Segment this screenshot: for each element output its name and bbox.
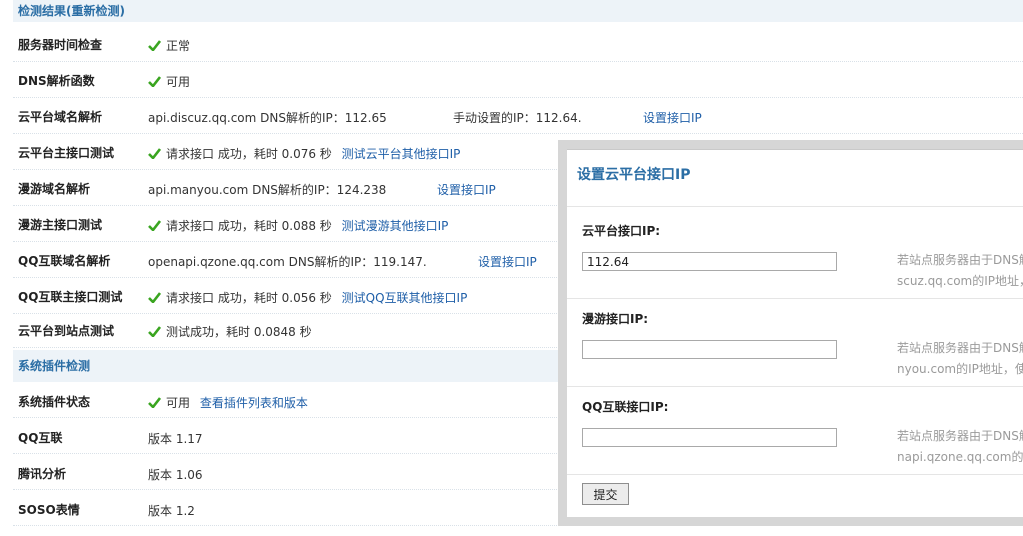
set-interface-ip-link[interactable]: 设置接口IP: [437, 181, 496, 198]
cloud-ip-label: 云平台接口IP:: [582, 224, 661, 238]
row-label: QQ互联: [18, 431, 63, 445]
divider: [567, 386, 1023, 387]
qqconnect-ip-input[interactable]: [582, 428, 837, 447]
dns-result-text: openapi.qzone.qq.com DNS解析的IP：119.147.: [148, 255, 427, 269]
row-label: 云平台域名解析: [18, 110, 103, 124]
view-plugin-list-link[interactable]: 查看插件列表和版本: [200, 396, 308, 410]
test-other-ip-link[interactable]: 测试云平台其他接口IP: [342, 147, 461, 161]
manyou-ip-label: 漫游接口IP:: [582, 312, 649, 326]
row-label: 腾讯分析: [18, 467, 67, 481]
status-text: 正常: [166, 39, 191, 53]
version-text: 版本 1.17: [148, 432, 203, 446]
cloud-ip-input[interactable]: [582, 252, 837, 271]
manyou-ip-input[interactable]: [582, 340, 837, 359]
section-header-results: 检测结果(重新检测): [13, 0, 1023, 22]
dns-result-text: api.discuz.qq.com DNS解析的IP：112.65: [148, 111, 387, 125]
check-icon: [148, 326, 161, 337]
row-label: 系统插件状态: [18, 395, 91, 409]
row-label: 云平台主接口测试: [18, 146, 115, 160]
check-icon: [148, 220, 161, 231]
version-text: 版本 1.06: [148, 468, 203, 482]
manual-ip-text: 手动设置的IP：112.64.: [453, 111, 582, 125]
divider: [567, 206, 1023, 207]
check-icon: [148, 397, 161, 408]
status-text: 可用: [166, 396, 191, 410]
divider: [567, 474, 1023, 475]
test-result-text: 测试成功，耗时 0.0848 秒: [166, 325, 312, 339]
set-ip-dialog: 设置云平台接口IP 云平台接口IP: 若站点服务器由于DNS解 scuz.qq.…: [558, 140, 1023, 526]
table-row: DNS解析函数 可用: [13, 62, 1023, 98]
section-title: 检测结果(重新检测): [18, 4, 125, 18]
row-label: 云平台到站点测试: [18, 324, 115, 338]
row-label: QQ互联主接口测试: [18, 290, 123, 304]
row-label: 漫游域名解析: [18, 182, 91, 196]
cloud-ip-hint: 若站点服务器由于DNS解 scuz.qq.com的IP地址，: [897, 253, 1023, 288]
dialog-title: 设置云平台接口IP: [577, 167, 691, 183]
test-result-text: 请求接口 成功，耗时 0.056 秒: [166, 291, 332, 305]
set-interface-ip-link[interactable]: 设置接口IP: [643, 109, 702, 126]
row-label: QQ互联域名解析: [18, 254, 111, 268]
table-row: 服务器时间检查 正常: [13, 26, 1023, 62]
qqconnect-ip-hint: 若站点服务器由于DNS解 napi.qzone.qq.com的: [897, 429, 1023, 464]
version-text: 版本 1.2: [148, 504, 195, 518]
set-interface-ip-link[interactable]: 设置接口IP: [478, 253, 537, 270]
status-text: 可用: [166, 75, 191, 89]
test-result-text: 请求接口 成功，耗时 0.088 秒: [166, 219, 332, 233]
divider: [567, 298, 1023, 299]
dialog-body: 设置云平台接口IP 云平台接口IP: 若站点服务器由于DNS解 scuz.qq.…: [567, 149, 1023, 517]
test-result-text: 请求接口 成功，耗时 0.076 秒: [166, 147, 332, 161]
check-icon: [148, 148, 161, 159]
table-row: 云平台域名解析 api.discuz.qq.com DNS解析的IP：112.6…: [13, 98, 1023, 134]
section-title: 系统插件检测: [18, 359, 91, 373]
row-label: DNS解析函数: [18, 74, 95, 88]
row-label: 服务器时间检查: [18, 38, 103, 52]
row-label: SOSO表情: [18, 503, 80, 517]
manyou-ip-hint: 若站点服务器由于DNS解 nyou.com的IP地址，使: [897, 341, 1023, 376]
dns-result-text: api.manyou.com DNS解析的IP：124.238: [148, 183, 387, 197]
qqconnect-ip-label: QQ互联接口IP:: [582, 400, 669, 414]
row-label: 漫游主接口测试: [18, 218, 103, 232]
test-other-ip-link[interactable]: 测试漫游其他接口IP: [342, 219, 449, 233]
check-icon: [148, 76, 161, 87]
test-other-ip-link[interactable]: 测试QQ互联其他接口IP: [342, 291, 468, 305]
submit-button[interactable]: 提交: [582, 483, 629, 505]
check-icon: [148, 292, 161, 303]
check-icon: [148, 40, 161, 51]
